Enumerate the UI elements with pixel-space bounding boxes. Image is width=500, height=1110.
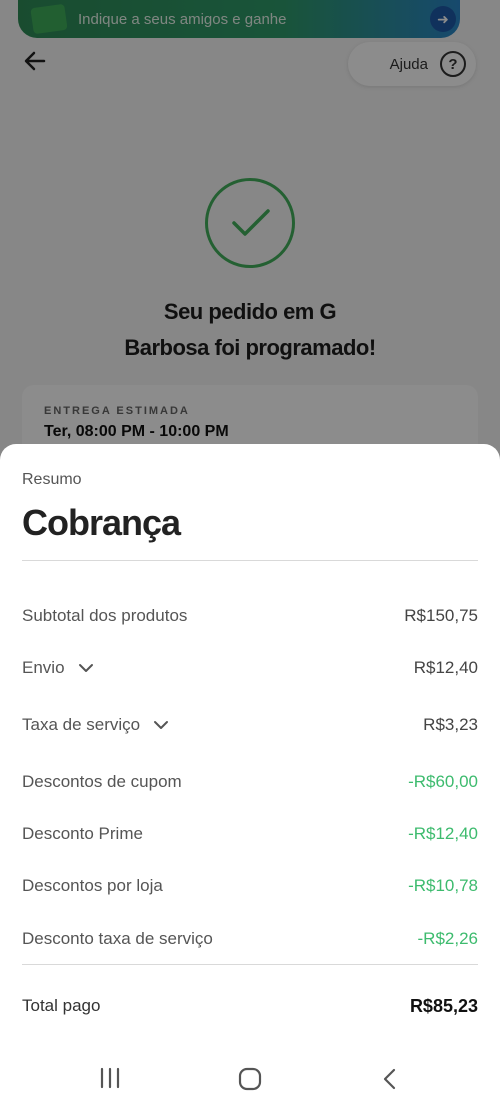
row-total: Total pago R$85,23 <box>22 991 478 1021</box>
row-value: -R$60,00 <box>408 772 478 791</box>
recent-apps-icon[interactable] <box>97 1066 127 1092</box>
sheet-subtitle: Resumo <box>22 471 82 488</box>
row-service-fee[interactable]: Taxa de serviço R$3,23 <box>22 710 478 740</box>
row-prime-discount: Desconto Prime -R$12,40 <box>22 819 478 849</box>
row-label: Desconto taxa de serviço <box>22 929 213 948</box>
row-coupon-discount: Descontos de cupom -R$60,00 <box>22 767 478 797</box>
row-label: Taxa de serviço <box>22 715 141 734</box>
row-service-fee-discount: Desconto taxa de serviço -R$2,26 <box>22 924 478 954</box>
row-shipping[interactable]: Envio R$12,40 <box>22 653 478 683</box>
row-label: Desconto Prime <box>22 824 143 843</box>
row-value: -R$10,78 <box>408 876 478 895</box>
home-icon[interactable] <box>236 1066 266 1092</box>
row-store-discount: Descontos por loja -R$10,78 <box>22 871 478 901</box>
divider <box>22 964 478 965</box>
row-value: R$3,23 <box>423 715 478 734</box>
system-nav-bar <box>0 1048 500 1110</box>
row-label: Descontos por loja <box>22 876 163 895</box>
row-value: R$12,40 <box>413 658 478 677</box>
chevron-down-icon[interactable] <box>77 659 95 677</box>
row-value: -R$2,26 <box>417 929 478 948</box>
total-label: Total pago <box>22 996 101 1015</box>
row-label-wrap[interactable]: Envio <box>22 658 95 678</box>
row-value: -R$12,40 <box>408 824 478 843</box>
divider <box>22 560 478 561</box>
row-label: Subtotal dos produtos <box>22 606 188 625</box>
billing-summary-sheet: Resumo Cobrança Subtotal dos produtos R$… <box>0 444 500 1110</box>
total-value: R$85,23 <box>409 995 478 1016</box>
row-label: Envio <box>22 658 65 677</box>
row-label-wrap[interactable]: Taxa de serviço <box>22 715 170 735</box>
back-nav-icon[interactable] <box>378 1066 408 1092</box>
row-subtotal: Subtotal dos produtos R$150,75 <box>22 601 478 631</box>
row-value: R$150,75 <box>404 606 478 625</box>
row-label: Descontos de cupom <box>22 772 182 791</box>
sheet-title: Cobrança <box>22 502 181 543</box>
chevron-down-icon[interactable] <box>152 716 170 734</box>
